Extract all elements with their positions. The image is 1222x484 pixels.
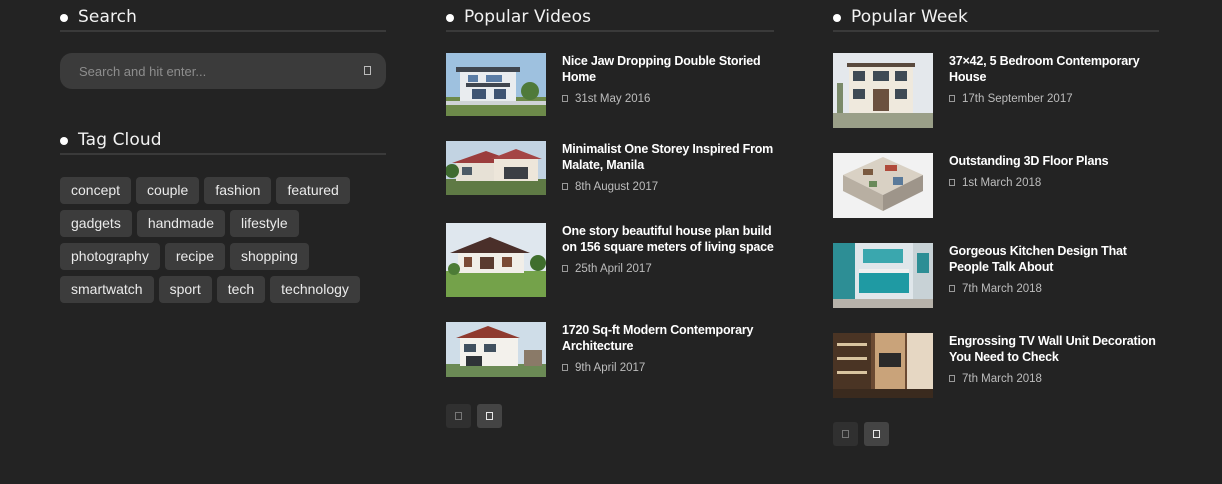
post-title[interactable]: Nice Jaw Dropping Double Storied Home [562, 53, 774, 85]
prev-page-button[interactable] [446, 404, 471, 428]
tag-link[interactable]: sport [158, 276, 212, 303]
tag-link[interactable]: lifestyle [230, 210, 299, 237]
search-icon[interactable] [364, 66, 371, 75]
tag-link[interactable]: technology [270, 276, 360, 303]
post-date-text: 8th August 2017 [575, 181, 659, 193]
calendar-icon [949, 179, 955, 186]
post-title[interactable]: Outstanding 3D Floor Plans [949, 153, 1161, 169]
tag-link[interactable]: handmade [136, 210, 225, 237]
popular-videos-pager [446, 404, 502, 428]
post-date-text: 7th March 2018 [962, 373, 1042, 385]
chevron-right-icon [486, 412, 493, 420]
post-thumbnail[interactable] [446, 322, 546, 377]
post-date-text: 1st March 2018 [962, 177, 1042, 189]
post-date-text: 9th April 2017 [575, 362, 646, 374]
tag-link[interactable]: concept [60, 177, 132, 204]
post-thumbnail[interactable] [446, 141, 546, 195]
post-date: 9th April 2017 [562, 362, 645, 374]
tag-cloud-title: Tag Cloud [78, 130, 162, 150]
post-title[interactable]: Minimalist One Storey Inspired From Mala… [562, 141, 774, 173]
post-thumbnail[interactable] [833, 53, 933, 128]
tag-link[interactable]: fashion [204, 177, 272, 204]
popular-week-widget-title: Popular Week [833, 0, 1159, 32]
calendar-icon [949, 95, 955, 102]
post-date: 7th March 2018 [949, 373, 1042, 385]
post-title[interactable]: Engrossing TV Wall Unit Decoration You N… [949, 333, 1161, 365]
post-date: 17th September 2017 [949, 93, 1073, 105]
post-thumbnail[interactable] [833, 333, 933, 398]
sidebar-column-left: Search Tag Cloud concept couple fashion … [60, 0, 386, 303]
bullet-icon [60, 14, 68, 22]
post-date: 1st March 2018 [949, 177, 1041, 189]
post-thumbnail[interactable] [833, 243, 933, 308]
post-date: 31st May 2016 [562, 93, 650, 105]
popular-videos-widget: Popular Videos Nice Jaw Dropping Double … [446, 0, 774, 428]
next-page-button[interactable] [864, 422, 889, 446]
tag-link[interactable]: gadgets [60, 210, 132, 237]
post-date: 7th March 2018 [949, 283, 1042, 295]
calendar-icon [562, 95, 568, 102]
calendar-icon [949, 285, 955, 292]
chevron-left-icon [842, 430, 849, 438]
tag-link[interactable]: couple [136, 177, 200, 204]
post-date-text: 17th September 2017 [962, 93, 1073, 105]
post-thumbnail[interactable] [446, 53, 546, 116]
calendar-icon [562, 183, 568, 190]
post-date-text: 31st May 2016 [575, 93, 651, 105]
tag-link[interactable]: photography [60, 243, 160, 270]
post-date-text: 25th April 2017 [575, 263, 652, 275]
chevron-left-icon [455, 412, 462, 420]
tag-link[interactable]: recipe [164, 243, 225, 270]
search-title: Search [78, 7, 138, 27]
popular-week-title: Popular Week [851, 7, 968, 27]
post-thumbnail[interactable] [446, 223, 546, 297]
tag-list: concept couple fashion featured gadgets … [60, 177, 386, 303]
tag-link[interactable]: tech [216, 276, 266, 303]
tag-link[interactable]: smartwatch [60, 276, 154, 303]
post-date-text: 7th March 2018 [962, 283, 1042, 295]
next-page-button[interactable] [477, 404, 502, 428]
search-widget-title: Search [60, 0, 386, 32]
popular-videos-title: Popular Videos [464, 7, 592, 27]
post-title[interactable]: 1720 Sq-ft Modern Contemporary Architect… [562, 322, 774, 354]
calendar-icon [562, 265, 568, 272]
calendar-icon [949, 375, 955, 382]
post-date: 25th April 2017 [562, 263, 652, 275]
tag-link[interactable]: shopping [229, 243, 309, 270]
chevron-right-icon [873, 430, 880, 438]
post-title[interactable]: One story beautiful house plan build on … [562, 223, 774, 255]
post-date: 8th August 2017 [562, 181, 658, 193]
popular-week-widget: Popular Week 37×42, 5 Bedroom Contempora… [833, 0, 1159, 446]
tag-cloud-widget-title: Tag Cloud [60, 123, 386, 155]
post-thumbnail[interactable] [833, 153, 933, 218]
popular-week-pager [833, 422, 889, 446]
post-title[interactable]: 37×42, 5 Bedroom Contemporary House [949, 53, 1161, 85]
tag-link[interactable]: featured [276, 177, 350, 204]
bullet-icon [60, 137, 68, 145]
bullet-icon [833, 14, 841, 22]
popular-videos-widget-title: Popular Videos [446, 0, 774, 32]
post-title[interactable]: Gorgeous Kitchen Design That People Talk… [949, 243, 1161, 275]
bullet-icon [446, 14, 454, 22]
search-input[interactable] [60, 53, 350, 89]
search-box [60, 53, 386, 89]
prev-page-button[interactable] [833, 422, 858, 446]
calendar-icon [562, 364, 568, 371]
tag-cloud-widget: Tag Cloud concept couple fashion feature… [60, 123, 386, 303]
